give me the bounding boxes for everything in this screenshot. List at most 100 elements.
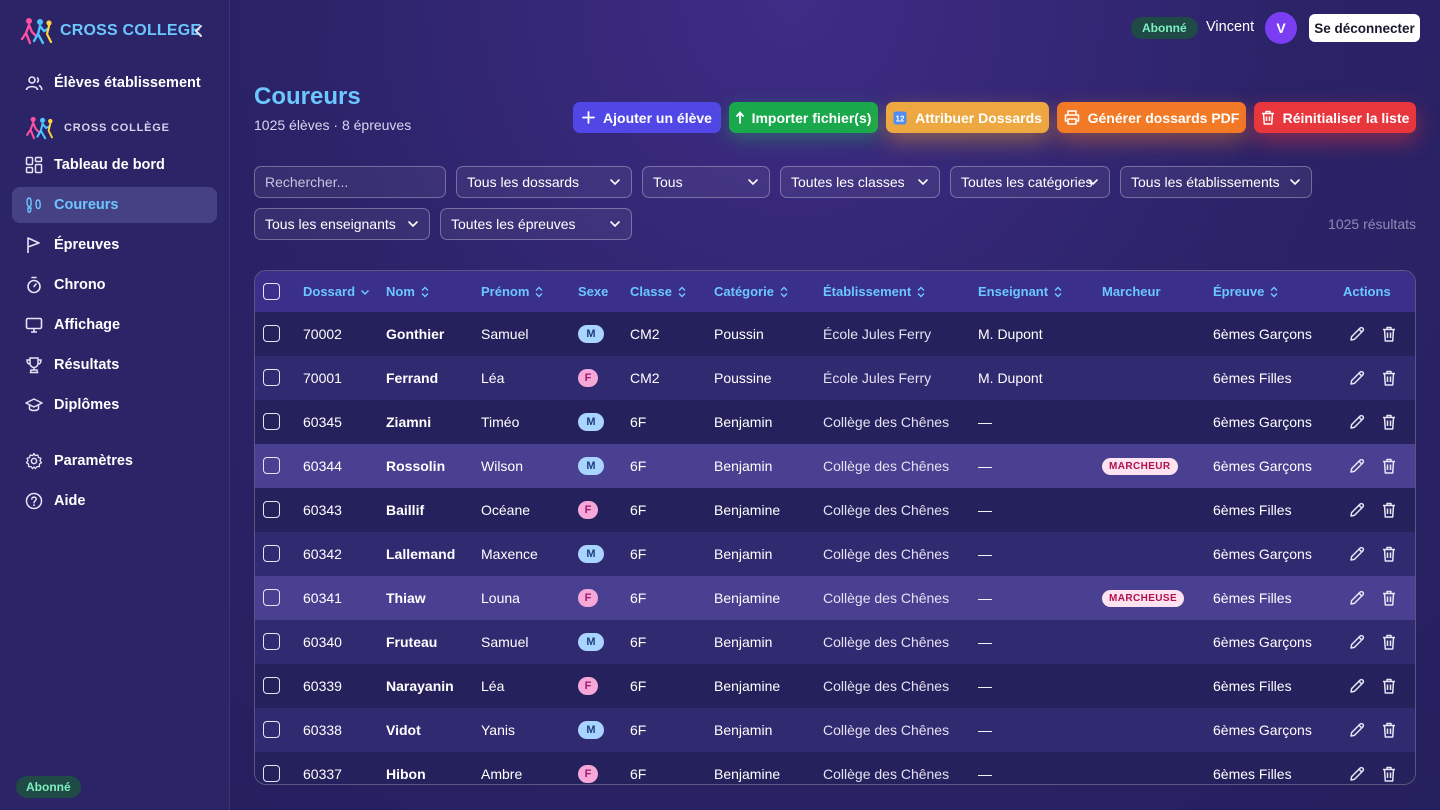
cell-enseignant: — — [978, 414, 992, 430]
table-row[interactable]: 70002 Gonthier Samuel M CM2 Poussin École Jule… — [255, 312, 1415, 356]
search-input[interactable] — [254, 166, 446, 198]
logout-button[interactable]: Se déconnecter — [1309, 14, 1420, 42]
select-all-checkbox[interactable] — [263, 283, 280, 300]
cell-prenom: Louna — [481, 590, 520, 606]
edit-icon[interactable] — [1348, 369, 1366, 387]
trash-icon[interactable] — [1380, 457, 1398, 475]
sidebar-item-aide[interactable]: Aide — [12, 483, 217, 519]
column-etablissement[interactable]: Établissement — [823, 271, 926, 312]
cell-epreuve: 6èmes Filles — [1213, 502, 1292, 518]
filter-value: Toutes les catégories — [961, 174, 1093, 190]
column-classe[interactable]: Classe — [630, 271, 687, 312]
column-enseignant[interactable]: Enseignant — [978, 271, 1063, 312]
edit-icon[interactable] — [1348, 413, 1366, 431]
chevron-down-icon — [1088, 179, 1098, 186]
reset-list-button[interactable]: Réinitialiser la liste — [1254, 102, 1416, 133]
table-row[interactable]: 60341 Thiaw Louna F 6F Benjamine Collège des C… — [255, 576, 1415, 620]
trash-icon[interactable] — [1380, 325, 1398, 343]
add-student-button[interactable]: Ajouter un élève — [573, 102, 721, 133]
row-checkbox[interactable] — [263, 325, 280, 342]
column-actions: Actions — [1343, 271, 1391, 312]
cell-dossard: 60339 — [303, 678, 342, 694]
cell-prenom: Océane — [481, 502, 531, 518]
filter-epreuves[interactable]: Toutes les épreuves — [440, 208, 632, 240]
sex-badge: F — [578, 677, 598, 695]
trash-icon[interactable] — [1380, 721, 1398, 739]
collapse-sidebar-button[interactable] — [188, 20, 210, 42]
filter-dossards[interactable]: Tous les dossards — [456, 166, 632, 198]
filter-classes[interactable]: Toutes les classes — [780, 166, 940, 198]
filter-value: Toutes les classes — [791, 174, 905, 190]
sidebar-item-eleves-etablissement[interactable]: Élèves établissement — [12, 65, 217, 101]
row-checkbox[interactable] — [263, 765, 280, 782]
row-checkbox[interactable] — [263, 369, 280, 386]
sidebar-item-diplomes[interactable]: Diplômes — [12, 387, 217, 423]
edit-icon[interactable] — [1348, 677, 1366, 695]
sidebar-item-parametres[interactable]: Paramètres — [12, 443, 217, 479]
column-categorie[interactable]: Catégorie — [714, 271, 789, 312]
button-label: Ajouter un élève — [603, 109, 712, 126]
table-row[interactable]: 60343 Baillif Océane F 6F Benjamine Collège de… — [255, 488, 1415, 532]
generate-pdf-button[interactable]: Générer dossards PDF — [1057, 102, 1246, 133]
row-checkbox[interactable] — [263, 677, 280, 694]
trash-icon[interactable] — [1380, 765, 1398, 783]
trash-icon[interactable] — [1380, 633, 1398, 651]
cell-etablissement: Collège des Chênes — [823, 634, 950, 650]
trash-icon[interactable] — [1380, 501, 1398, 519]
row-checkbox[interactable] — [263, 457, 280, 474]
row-checkbox[interactable] — [263, 501, 280, 518]
row-checkbox[interactable] — [263, 545, 280, 562]
edit-icon[interactable] — [1348, 589, 1366, 607]
edit-icon[interactable] — [1348, 457, 1366, 475]
filter-etablissements[interactable]: Tous les établissements — [1120, 166, 1312, 198]
table-row[interactable]: 60337 Hibon Ambre F 6F Benjamine Collège des C… — [255, 752, 1415, 784]
edit-icon[interactable] — [1348, 545, 1366, 563]
sort-icon — [535, 286, 543, 297]
row-checkbox[interactable] — [263, 633, 280, 650]
filter-enseignants[interactable]: Tous les enseignants — [254, 208, 430, 240]
sidebar-item-resultats[interactable]: Résultats — [12, 347, 217, 383]
edit-icon[interactable] — [1348, 325, 1366, 343]
table-row[interactable]: 60340 Fruteau Samuel M 6F Benjamin Collège des… — [255, 620, 1415, 664]
cell-enseignant: — — [978, 458, 992, 474]
sidebar-item-coureurs[interactable]: Coureurs — [12, 187, 217, 223]
table-row[interactable]: 60342 Lallemand Maxence M 6F Benjamin Collège … — [255, 532, 1415, 576]
column-epreuve[interactable]: Épreuve — [1213, 271, 1279, 312]
trash-icon[interactable] — [1380, 369, 1398, 387]
table-row[interactable]: 70001 Ferrand Léa F CM2 Poussine École Jules F… — [255, 356, 1415, 400]
assign-bibs-button[interactable]: 12 Attribuer Dossards — [886, 102, 1049, 133]
row-checkbox[interactable] — [263, 413, 280, 430]
table-row[interactable]: 60344 Rossolin Wilson M 6F Benjamin Collège de… — [255, 444, 1415, 488]
table-row[interactable]: 60338 Vidot Yanis M 6F Benjamin Collège des Ch… — [255, 708, 1415, 752]
brand[interactable]: CROSS COLLEGE — [20, 16, 210, 46]
filter-categories[interactable]: Toutes les catégories — [950, 166, 1110, 198]
sidebar-item-tableau-de-bord[interactable]: Tableau de bord — [12, 147, 217, 183]
trash-icon[interactable] — [1380, 677, 1398, 695]
avatar[interactable]: V — [1265, 12, 1297, 44]
sidebar-item-epreuves[interactable]: Épreuves — [12, 227, 217, 263]
column-dossard[interactable]: Dossard — [303, 271, 370, 312]
cell-prenom: Léa — [481, 370, 505, 386]
sidebar-item-chrono[interactable]: Chrono — [12, 267, 217, 303]
table-row[interactable]: 60345 Ziamni Timéo M 6F Benjamin Collège des C… — [255, 400, 1415, 444]
column-nom[interactable]: Nom — [386, 271, 430, 312]
row-checkbox[interactable] — [263, 589, 280, 606]
import-files-button[interactable]: Importer fichier(s) — [729, 102, 878, 133]
trash-icon[interactable] — [1380, 545, 1398, 563]
edit-icon[interactable] — [1348, 633, 1366, 651]
sidebar-item-affichage[interactable]: Affichage — [12, 307, 217, 343]
row-checkbox[interactable] — [263, 721, 280, 738]
column-prenom[interactable]: Prénom — [481, 271, 544, 312]
column-marcheur: Marcheur — [1102, 271, 1161, 312]
sort-icon — [1054, 286, 1062, 297]
table-row[interactable]: 60339 Narayanin Léa F 6F Benjamine Collège des… — [255, 664, 1415, 708]
trash-icon[interactable] — [1380, 413, 1398, 431]
trash-icon[interactable] — [1380, 589, 1398, 607]
sidebar-item-label: Coureurs — [54, 197, 119, 213]
edit-icon[interactable] — [1348, 765, 1366, 783]
edit-icon[interactable] — [1348, 721, 1366, 739]
edit-icon[interactable] — [1348, 501, 1366, 519]
column-label: Marcheur — [1102, 284, 1161, 299]
cell-nom: Hibon — [386, 766, 426, 782]
filter-sexe[interactable]: Tous — [642, 166, 770, 198]
